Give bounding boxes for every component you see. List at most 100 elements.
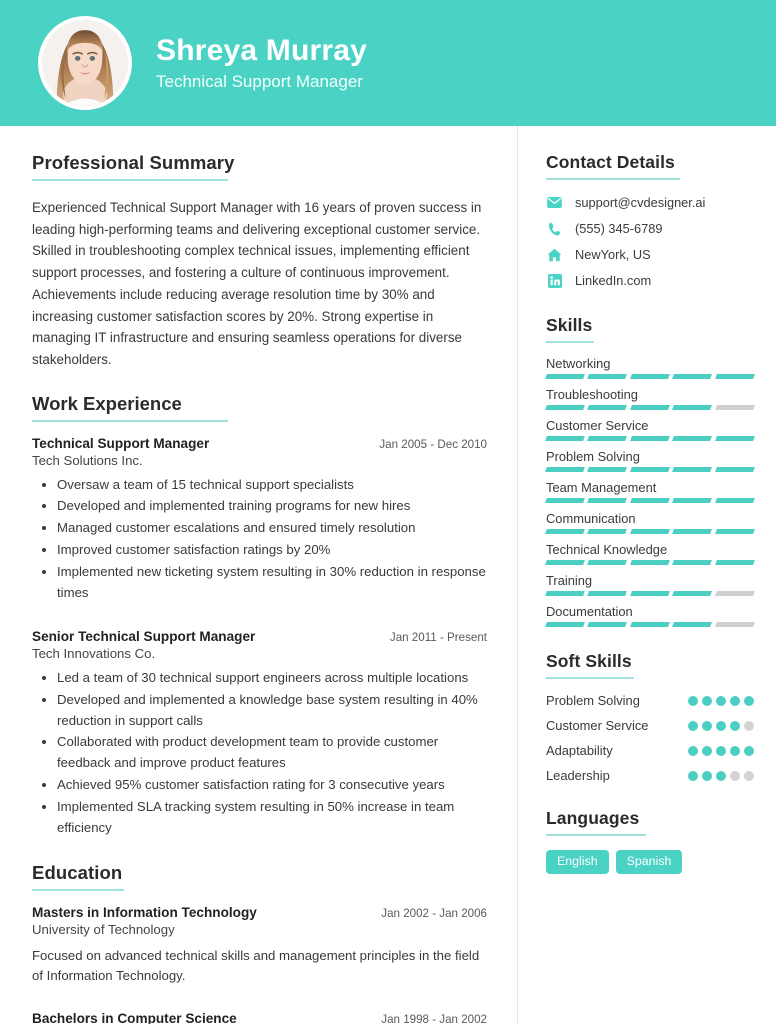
section-title-education: Education [32, 861, 123, 883]
skill-bar-segment [545, 591, 586, 596]
work-job-title: Senior Technical Support Manager [32, 628, 256, 644]
skill-item: Documentation [545, 604, 755, 627]
work-bullet: Implemented new ticketing system resulti… [57, 562, 487, 604]
work-company: Tech Innovations Co. [32, 645, 156, 661]
skill-item: Team Management [545, 480, 755, 503]
education-entry-header: Masters in Information Technology Jan 20… [32, 905, 487, 920]
skill-bar-segment [672, 560, 713, 565]
skill-bar-segment [714, 529, 755, 534]
skill-bar-segment [714, 498, 755, 503]
skill-bar-segment [672, 467, 713, 472]
resume-body: Professional Summary Experienced Technic… [0, 126, 776, 1024]
soft-skill-rating [688, 692, 754, 706]
contact-item-email[interactable]: support@cvdesigner.ai [546, 195, 754, 210]
avatar [38, 16, 132, 110]
soft-skill-item: Customer Service [546, 717, 754, 734]
rating-dot [688, 696, 698, 706]
skill-label: Training [546, 573, 593, 588]
profile-photo-illustration [42, 20, 128, 106]
skill-item: Problem Solving [545, 449, 755, 472]
rating-dot [730, 771, 740, 782]
section-title-soft-skills: Soft Skills [546, 651, 632, 671]
skill-bar-segment [672, 498, 713, 503]
contact-item-phone[interactable]: (555) 345-6789 [546, 221, 754, 236]
education-description: Focused on advanced technical skills and… [32, 947, 480, 984]
skill-bar-segment [629, 622, 671, 627]
section-rule [32, 179, 228, 181]
skill-level-bar [545, 622, 755, 627]
soft-skill-label: Leadership [546, 768, 610, 784]
section-rule [546, 341, 594, 343]
soft-skill-rating [688, 742, 754, 757]
skill-item: Communication [545, 511, 755, 534]
rating-dot [730, 746, 740, 757]
contact-item-linkedin[interactable]: LinkedIn.com [546, 273, 754, 288]
skill-level-bar [545, 467, 755, 472]
rating-dot [702, 696, 712, 706]
skill-label: Team Management [546, 480, 657, 495]
work-job-title: Technical Support Manager [32, 435, 210, 451]
languages-list: English Spanish [546, 850, 754, 874]
skill-bar-segment [545, 529, 586, 534]
section-title-work: Work Experience [32, 392, 182, 414]
skill-item: Troubleshooting [545, 387, 755, 410]
skill-label: Networking [546, 356, 611, 371]
skill-level-bar [545, 436, 755, 441]
education-entry-header: Bachelors in Computer Science Jan 1998 -… [32, 1011, 487, 1024]
envelope-icon [546, 195, 563, 210]
skill-level-bar [545, 591, 755, 596]
skill-bar-segment [672, 405, 713, 410]
skill-bar-segment [714, 591, 755, 596]
soft-skills-list: Problem Solving Customer Service Adaptabil… [546, 692, 754, 784]
section-languages: Languages English Spanish [546, 808, 754, 874]
work-entry: Technical Support Manager Jan 2005 - Dec… [32, 436, 487, 604]
section-rule [546, 178, 680, 180]
work-entry-header: Technical Support Manager Jan 2005 - Dec… [32, 436, 487, 451]
section-soft-skills: Soft Skills Problem Solving Customer Serv… [546, 651, 754, 784]
skill-bar-segment [629, 405, 671, 410]
rating-dot [744, 746, 754, 757]
soft-skill-label: Customer Service [546, 718, 649, 734]
work-bullet: Developed and implemented a knowledge ba… [57, 690, 487, 732]
rating-dot [702, 721, 712, 732]
language-chip: English [546, 850, 609, 874]
skill-bar-segment [714, 436, 755, 441]
work-bullet: Improved customer satisfaction ratings b… [57, 540, 487, 561]
resume-header: Shreya Murray Technical Support Manager [0, 0, 776, 126]
work-dates: Jan 2005 - Dec 2010 [379, 437, 487, 451]
rating-dot [744, 696, 754, 706]
education-dates: Jan 2002 - Jan 2006 [381, 906, 487, 920]
rating-dot [688, 721, 698, 732]
section-rule [32, 888, 124, 891]
contact-item-location: NewYork, US [546, 247, 754, 262]
section-title-summary: Professional Summary [32, 152, 235, 173]
rating-dot [730, 721, 740, 732]
summary-text: Experienced Technical Support Manager wi… [32, 200, 482, 367]
skill-item: Training [545, 573, 755, 596]
rating-dot [688, 746, 698, 757]
skill-bar-segment [629, 560, 671, 565]
section-education: Education Masters in Information Technol… [32, 862, 487, 1024]
contact-email-text: support@cvdesigner.ai [575, 195, 706, 210]
contact-phone-text: (555) 345-6789 [575, 221, 663, 236]
education-school: University of Technology [32, 921, 175, 937]
skill-bar-segment [587, 591, 628, 596]
skill-bar-segment [672, 374, 713, 379]
work-bullet: Collaborated with product development te… [57, 732, 487, 774]
work-entry: Senior Technical Support Manager Jan 201… [32, 629, 487, 839]
skill-label: Troubleshooting [546, 387, 638, 402]
rating-dot [688, 771, 698, 782]
linkedin-icon [546, 273, 563, 288]
soft-skill-item: Adaptability [546, 742, 754, 759]
soft-skill-rating [688, 717, 754, 732]
skill-label: Technical Knowledge [546, 542, 668, 557]
section-rule [546, 677, 634, 679]
home-icon [546, 247, 563, 262]
skill-bar-segment [545, 467, 586, 472]
soft-skill-item: Problem Solving [546, 692, 754, 709]
skill-item: Customer Service [545, 418, 755, 441]
